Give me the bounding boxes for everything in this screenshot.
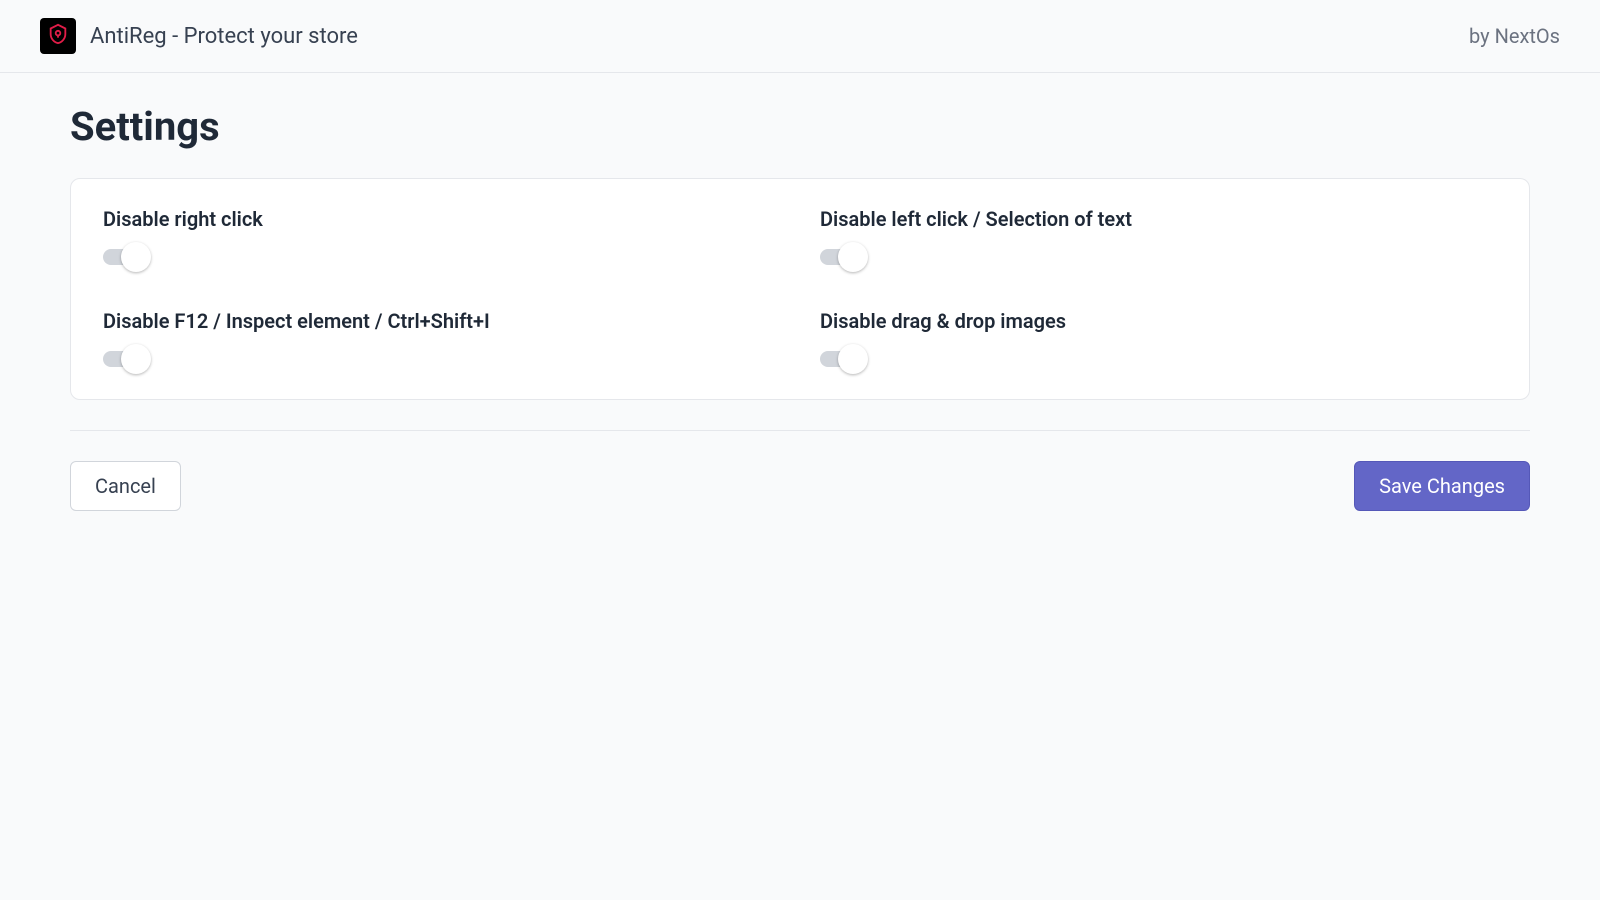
- toggle-thumb: [121, 344, 151, 374]
- setting-label: Disable right click: [103, 207, 780, 231]
- app-title: AntiReg - Protect your store: [90, 24, 358, 49]
- setting-disable-right-click: Disable right click: [103, 207, 780, 269]
- toggle-thumb: [121, 242, 151, 272]
- toggle-disable-drag-drop[interactable]: [820, 347, 870, 371]
- app-logo: [40, 18, 76, 54]
- setting-label: Disable left click / Selection of text: [820, 207, 1497, 231]
- toggle-thumb: [838, 242, 868, 272]
- toggle-disable-f12[interactable]: [103, 347, 153, 371]
- cancel-button[interactable]: Cancel: [70, 461, 181, 511]
- toggle-disable-left-click[interactable]: [820, 245, 870, 269]
- settings-card: Disable right click Disable left click /…: [70, 178, 1530, 400]
- setting-disable-f12: Disable F12 / Inspect element / Ctrl+Shi…: [103, 309, 780, 371]
- save-button[interactable]: Save Changes: [1354, 461, 1530, 511]
- toggle-thumb: [838, 344, 868, 374]
- toggle-disable-right-click[interactable]: [103, 245, 153, 269]
- setting-label: Disable F12 / Inspect element / Ctrl+Shi…: [103, 309, 780, 333]
- page-title: Settings: [70, 103, 1530, 150]
- actions-row: Cancel Save Changes: [70, 461, 1530, 511]
- divider: [70, 430, 1530, 431]
- setting-disable-left-click: Disable left click / Selection of text: [820, 207, 1497, 269]
- header-left: AntiReg - Protect your store: [40, 18, 358, 54]
- main-content: Settings Disable right click Disable lef…: [0, 73, 1600, 541]
- shield-icon: [47, 23, 69, 49]
- app-header: AntiReg - Protect your store by NextOs: [0, 0, 1600, 73]
- setting-disable-drag-drop: Disable drag & drop images: [820, 309, 1497, 371]
- setting-label: Disable drag & drop images: [820, 309, 1497, 333]
- header-byline: by NextOs: [1469, 24, 1560, 48]
